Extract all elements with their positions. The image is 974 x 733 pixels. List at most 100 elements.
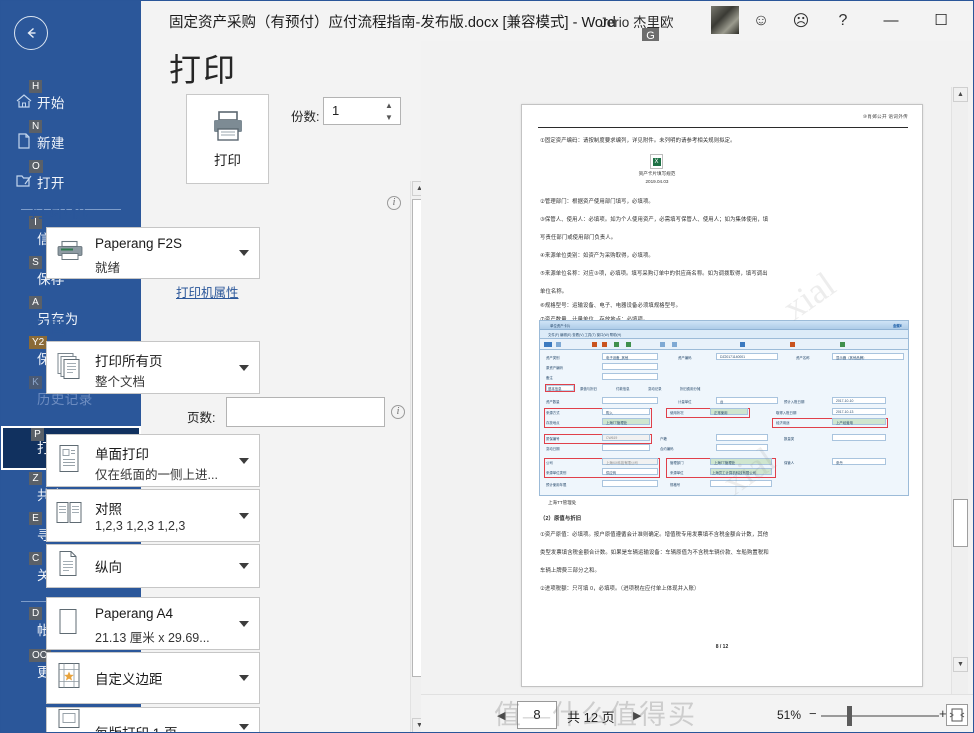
copies-increment-icon[interactable]: ▲ xyxy=(382,100,396,111)
pages-icon xyxy=(56,351,82,384)
zoom-to-page-button[interactable] xyxy=(946,704,968,726)
doc-line: ①资产原值：必填项。按户原值遵循会计准则确定。增值税专用发票填不含税金额合计数，… xyxy=(540,531,769,539)
erp-field-label: 来源单位 xyxy=(670,471,684,475)
shortcut-key-badge: C xyxy=(29,552,43,565)
print-preview-pane: ⑩肖邺公开 语词外传 ①固定资产编码：请按制度要求编列，详见附件。未列明的请参考… xyxy=(421,41,973,732)
setting-collate[interactable]: 对照 1,2,3 1,2,3 1,2,3 xyxy=(46,489,260,542)
account-name[interactable]: Jerio 杰里欧 xyxy=(600,11,674,31)
copies-stepper[interactable]: 1 ▲ ▼ xyxy=(323,97,401,125)
excel-attachment-icon: X xyxy=(650,154,663,169)
scroll-down-icon[interactable]: ▼ xyxy=(953,657,968,672)
setting-line2: 21.13 厘米 x 29.69... xyxy=(95,631,210,645)
next-page-button[interactable]: ▶ xyxy=(633,709,641,722)
copies-decrement-icon[interactable]: ▼ xyxy=(382,112,396,123)
setting-margins[interactable]: 自定义边距 xyxy=(46,652,260,704)
current-page-input[interactable]: 8 xyxy=(517,701,557,729)
preview-scrollbar[interactable]: ▲ ▼ xyxy=(951,87,968,732)
pages-info-icon[interactable]: i xyxy=(391,405,405,419)
shortcut-key-badge: N xyxy=(29,120,43,133)
erp-field-value: DZ20171140001 xyxy=(720,354,746,359)
erp-window-title: 单位资产卡片 xyxy=(550,324,571,328)
printer-info-icon[interactable]: i xyxy=(387,196,401,210)
erp-menu-bar: 文件(F) 编辑(E) 查看(V) 工具(T) 窗口(W) 帮助(H) xyxy=(540,330,908,339)
setting-line2: 整个文档 xyxy=(95,375,146,389)
shortcut-key-badge: H xyxy=(29,80,43,93)
shortcut-key-badge: A xyxy=(29,296,42,309)
pages-per-sheet-icon xyxy=(56,708,82,733)
printer-device-icon xyxy=(56,240,84,267)
sidebar-item-home[interactable]: H 开始 xyxy=(1,80,141,117)
document-footer-page: 8 / 12 xyxy=(715,644,729,650)
sidebar-item-save-as[interactable]: A 另存为 xyxy=(1,296,141,333)
setting-orientation[interactable]: 纵向 xyxy=(46,544,260,588)
chevron-down-icon xyxy=(239,620,249,627)
erp-field-value: 2017-10-10 xyxy=(836,398,854,403)
sidebar-item-label: 新建 xyxy=(37,136,65,151)
zoom-slider-handle[interactable] xyxy=(847,706,852,726)
printer-properties-link[interactable]: 打印机属性 xyxy=(176,282,239,301)
sidebar-item-label: 开始 xyxy=(37,96,65,111)
setting-line2: 1,2,3 1,2,3 1,2,3 xyxy=(95,519,186,533)
setting-line2: 仅在纸面的一侧上进... xyxy=(95,468,218,482)
setting-duplex[interactable]: 单面打印 仅在纸面的一侧上进... xyxy=(46,434,260,487)
shortcut-key-badge: D xyxy=(29,607,43,620)
setting-line1: Paperang A4 xyxy=(95,606,174,621)
watermark-diagonal: xial xyxy=(775,264,843,328)
erp-field-label: 合约编码 xyxy=(660,447,674,451)
close-button[interactable]: ✕ xyxy=(969,5,973,35)
erp-field-label: 保管人 xyxy=(784,461,795,465)
erp-field-value: CW619 xyxy=(606,435,618,440)
help-icon[interactable]: ? xyxy=(829,9,857,33)
setting-pages-per-sheet[interactable]: 每版打印 1 页 xyxy=(46,707,260,733)
preview-scrollbar-thumb[interactable] xyxy=(953,499,968,547)
erp-field-label: 备注 xyxy=(546,376,553,380)
erp-field-value: 购入 xyxy=(606,410,613,415)
collate-icon xyxy=(56,499,86,532)
setting-print-range[interactable]: 打印所有页 整个文档 xyxy=(46,341,260,394)
home-icon xyxy=(15,92,33,110)
printer-select[interactable]: Paperang F2S 就绪 xyxy=(46,227,260,279)
zoom-slider-track[interactable] xyxy=(821,715,939,717)
doc-line: ⑤来源单位名称：对应③项，必填项。填写采购订单中的供应商名称。如为调拨取得，填写… xyxy=(540,270,768,278)
avatar[interactable] xyxy=(711,6,739,34)
chevron-down-icon xyxy=(239,364,249,371)
erp-field-label: 资产数量 xyxy=(546,400,560,404)
erp-field-label: 资产类别 xyxy=(546,356,560,360)
erp-menu: 文件(F) 编辑(E) 查看(V) 工具(T) 窗口(W) 帮助(H) xyxy=(548,333,622,337)
shortcut-key-badge: O xyxy=(29,160,43,173)
margins-icon xyxy=(56,662,82,695)
feedback-frown-icon[interactable]: ☹ xyxy=(787,9,815,33)
setting-line1: 纵向 xyxy=(95,560,122,575)
setting-line1: 每版打印 1 页 xyxy=(95,722,178,732)
doc-line: 单位名称。 xyxy=(540,288,568,296)
pages-input[interactable] xyxy=(226,397,385,427)
sidebar-item-open[interactable]: O 打开 xyxy=(1,160,141,197)
sidebar-item-new[interactable]: N 新建 xyxy=(1,120,141,157)
erp-field-label: 户籍 xyxy=(660,437,667,441)
maximize-button[interactable]: ☐ xyxy=(919,5,963,35)
erp-field-label: 预计入账日期 xyxy=(784,400,805,404)
document-page-preview[interactable]: ⑩肖邺公开 语词外传 ①固定资产编码：请按制度要求编列，详见附件。未列明的请参考… xyxy=(521,104,923,687)
setting-paper-size[interactable]: Paperang A4 21.13 厘米 x 29.69... xyxy=(46,597,260,650)
erp-table-row-cell: 上海TT管理处 xyxy=(548,499,577,506)
header-rule xyxy=(538,127,908,128)
shortcut-key-badge: E xyxy=(29,512,42,525)
erp-field-label: 规格号 xyxy=(670,483,681,487)
chevron-down-icon xyxy=(239,512,249,519)
minimize-button[interactable]: — xyxy=(869,5,913,35)
scroll-up-icon[interactable]: ▲ xyxy=(953,87,968,102)
back-button[interactable] xyxy=(14,16,48,50)
erp-toolbar xyxy=(540,339,908,350)
copies-label: 份数: xyxy=(291,110,320,124)
attachment-caption-2: 2019.04.03 xyxy=(645,179,669,184)
print-button[interactable]: 打印 xyxy=(186,94,269,184)
zoom-out-button[interactable]: − xyxy=(809,706,817,721)
setting-line1: 打印所有页 xyxy=(95,354,163,369)
erp-field-label: 来源方式 xyxy=(546,411,560,415)
doc-line: ②进项税额：只可填 0，必填项。（进项税在应付单上体现并入账） xyxy=(540,585,700,593)
printer-section-title: 打印机 xyxy=(29,201,90,222)
erp-field-label: 管理部门 xyxy=(670,461,684,465)
erp-field-value: 上海员工计算机科技有限公司 xyxy=(712,470,757,475)
previous-page-button[interactable]: ◀ xyxy=(497,709,505,722)
feedback-smile-icon[interactable]: ☺ xyxy=(747,9,775,33)
